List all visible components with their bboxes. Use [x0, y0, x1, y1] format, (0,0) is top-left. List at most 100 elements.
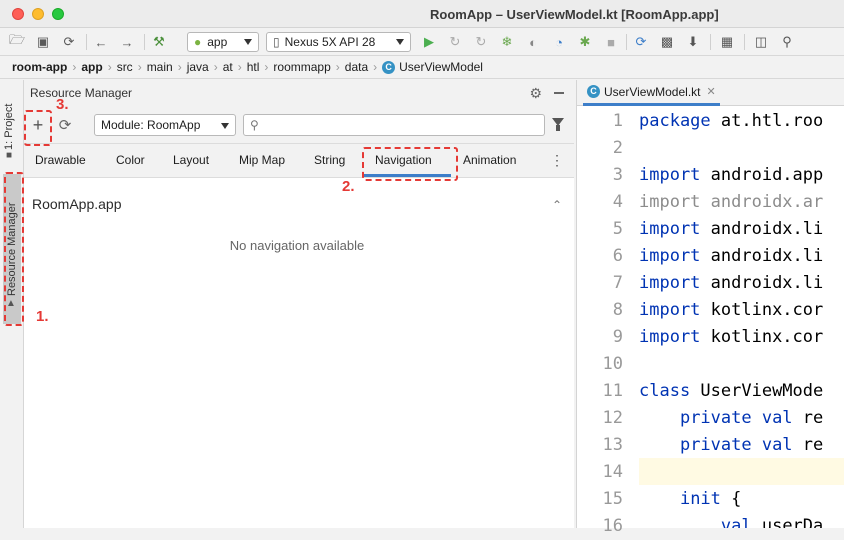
more-options-icon[interactable]: ⋮: [550, 152, 564, 169]
apply-changes-icon[interactable]: ↻: [446, 33, 464, 51]
breadcrumb-separator: ›: [213, 60, 218, 74]
module-select[interactable]: Module: RoomApp: [94, 114, 236, 136]
line-number: 10: [602, 354, 623, 374]
gear-icon[interactable]: ⚙: [529, 85, 542, 102]
hide-panel-icon[interactable]: [554, 92, 564, 94]
module-select-label: Module: RoomApp: [101, 118, 201, 132]
chevron-down-icon: [244, 39, 252, 45]
breadcrumb-item[interactable]: data: [345, 60, 368, 74]
breadcrumb-item[interactable]: app: [81, 60, 102, 74]
open-folder-icon[interactable]: 🗁: [8, 32, 26, 51]
gradle-sync-icon[interactable]: ⟳: [632, 33, 650, 51]
breadcrumb-item[interactable]: room-app: [12, 60, 67, 74]
title-bar: RoomApp – UserViewModel.kt [RoomApp.app]: [0, 0, 844, 28]
resource-manager-panel: Resource Manager ⚙ + ⟳ Module: RoomApp ⚲…: [24, 80, 574, 528]
breadcrumb-separator: ›: [237, 60, 242, 74]
editor-tab-label: UserViewModel.kt: [604, 84, 701, 99]
close-window-button[interactable]: [12, 8, 24, 20]
debug-icon[interactable]: ❄: [498, 33, 516, 51]
main-toolbar: 🗁 ▣ ⟳ ← → ⚒ ● app ▯ Nexus 5X API 28 ▶ ↻ …: [0, 28, 844, 56]
line-number: 16: [602, 516, 623, 536]
tab-string[interactable]: String: [314, 153, 345, 167]
sdk-manager-icon[interactable]: ⬇: [684, 33, 702, 51]
chevron-down-icon: [221, 123, 229, 129]
avd-manager-icon[interactable]: ▩: [658, 33, 676, 51]
breadcrumb-item[interactable]: UserViewModel: [399, 60, 483, 74]
panel-title: Resource Manager: [30, 86, 133, 100]
chevron-up-icon[interactable]: ⌃: [552, 198, 562, 212]
code-line: import androidx.li: [639, 273, 824, 293]
forward-arrow-icon[interactable]: →: [118, 33, 136, 51]
tab-layout[interactable]: Layout: [173, 153, 209, 167]
callout-box-1: [4, 172, 24, 326]
search-field[interactable]: ⚲: [243, 114, 545, 136]
run-icon[interactable]: ▶: [420, 33, 438, 51]
zoom-window-button[interactable]: [52, 8, 64, 20]
chevron-down-icon: [396, 39, 404, 45]
tab-drawable[interactable]: Drawable: [35, 153, 86, 167]
tab-mip-map[interactable]: Mip Map: [239, 153, 285, 167]
device-label: Nexus 5X API 28: [284, 35, 376, 49]
callout-label-3: 3.: [56, 96, 69, 113]
search-input[interactable]: [268, 117, 538, 133]
code-line: init {: [679, 489, 742, 509]
line-number: 9: [612, 327, 623, 347]
callout-box-3: [24, 110, 52, 146]
build-hammer-icon[interactable]: ⚒: [150, 33, 168, 51]
empty-state-message: No navigation available: [229, 238, 365, 253]
breadcrumb-separator: ›: [264, 60, 269, 74]
apply-code-icon[interactable]: ↻: [472, 33, 490, 51]
stop-icon[interactable]: ■: [602, 33, 620, 51]
terminal-icon[interactable]: ◫: [752, 33, 770, 51]
breadcrumb-item[interactable]: java: [187, 60, 209, 74]
editor-tab-userviewmodel[interactable]: C UserViewModel.kt ✕: [583, 80, 720, 106]
project-structure-icon[interactable]: ▦: [718, 33, 736, 51]
resource-content: RoomApp.app ⌃ No navigation available: [24, 178, 574, 528]
line-number-gutter: 1 2 3 4 5 6 7 8 9 10 11 12 13 14 15 16: [577, 106, 639, 536]
code-area[interactable]: package at.htl.roo import android.app impo…: [639, 106, 844, 528]
line-number: 12: [602, 408, 623, 428]
breadcrumb-item[interactable]: htl: [247, 60, 260, 74]
window-title: RoomApp – UserViewModel.kt [RoomApp.app]: [430, 7, 719, 22]
breadcrumb-item[interactable]: at: [223, 60, 233, 74]
profile-icon[interactable]: ◐: [524, 33, 542, 51]
run-config-label: app: [207, 35, 228, 49]
line-number: 6: [612, 246, 623, 266]
refresh-icon[interactable]: ⟳: [54, 114, 76, 136]
search-icon[interactable]: ⚲: [778, 33, 796, 51]
code-line: private val re: [679, 435, 824, 455]
callout-box-2: [362, 147, 458, 181]
breadcrumb: room-app › app › src › main › java › at › htl › roomma…: [0, 56, 844, 79]
tab-animation[interactable]: Animation: [463, 153, 516, 167]
minimize-window-button[interactable]: [32, 8, 44, 20]
breadcrumb-item[interactable]: src: [117, 60, 133, 74]
android-icon: ●: [194, 35, 202, 49]
code-line: import kotlinx.cor: [639, 327, 824, 347]
device-select[interactable]: ▯ Nexus 5X API 28: [266, 32, 411, 52]
breadcrumb-separator: ›: [107, 60, 112, 74]
section-title: RoomApp.app: [32, 196, 122, 212]
tab-color[interactable]: Color: [116, 153, 145, 167]
project-tool-tab[interactable]: 1: Project: [3, 88, 15, 150]
close-icon[interactable]: ✕: [706, 85, 715, 98]
sync-icon[interactable]: ⟳: [60, 33, 78, 51]
breadcrumb-item[interactable]: main: [147, 60, 173, 74]
line-number: 5: [612, 219, 623, 239]
line-number: 7: [612, 273, 623, 293]
search-icon: ⚲: [250, 118, 259, 132]
line-number: 1: [612, 111, 623, 131]
line-number: 2: [612, 138, 623, 158]
callout-label-1: 1.: [36, 308, 49, 325]
back-arrow-icon[interactable]: ←: [92, 33, 110, 51]
resource-type-tabs: ⋮ Drawable Color Layout Mip Map String Naviga…: [24, 144, 574, 178]
save-icon[interactable]: ▣: [34, 33, 52, 51]
code-line: import androidx.li: [639, 219, 824, 239]
breadcrumb-item[interactable]: roommapp: [273, 60, 330, 74]
attach-process-icon[interactable]: ✱: [576, 33, 594, 51]
code-line: class UserViewMode: [639, 381, 824, 401]
code-line: import kotlinx.cor: [639, 300, 824, 320]
run-config-select[interactable]: ● app: [187, 32, 259, 52]
attach-debugger-icon[interactable]: ◔: [550, 33, 568, 51]
code-line: import androidx.li: [639, 246, 824, 266]
